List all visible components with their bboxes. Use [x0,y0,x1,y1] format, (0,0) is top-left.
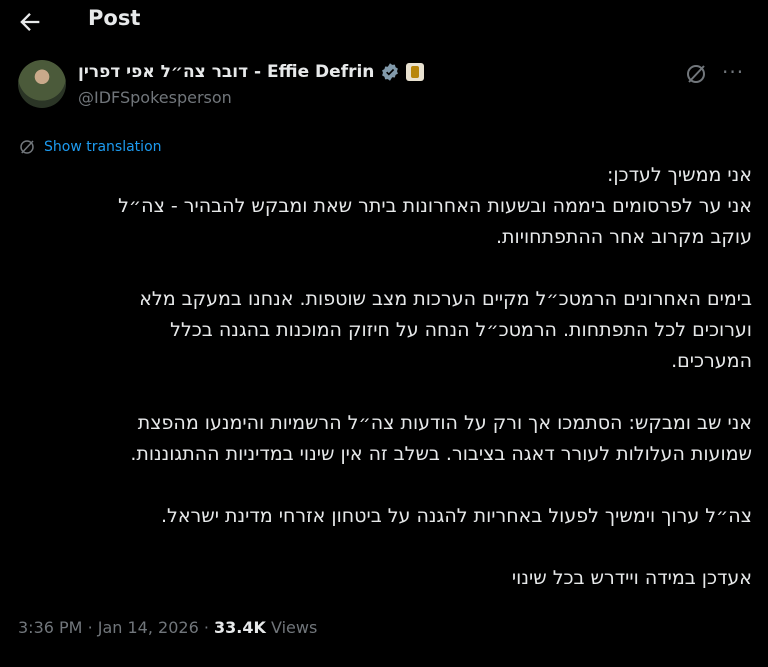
verified-badge-icon[interactable] [380,62,400,82]
post-body: אני ממשיך לעדכן: אני ער לפרסומים ביממה ו… [16,160,752,594]
author-handle[interactable]: @IDFSpokesperson [78,88,232,107]
page-title: Post [88,6,141,30]
author-name[interactable]: דובר צה״ל אפי דפרין - Effie Defrin [78,62,374,82]
arrow-left-icon[interactable] [16,8,44,36]
post-line: אני ער לפרסומים ביממה ובשעות האחרונות בי… [118,195,752,217]
grok-icon[interactable] [684,62,708,86]
post-line: וערוכים לכל התפתחות. הרמטכ״ל הנחה על חיז… [170,319,752,341]
views-label: Views [271,618,318,637]
show-translation-label: Show translation [44,139,162,155]
show-translation-link[interactable]: Show translation [18,138,162,156]
avatar[interactable] [18,60,66,108]
meta-separator: · [87,618,93,637]
post-line: צה״ל ערוך וימשיך לפעול באחריות להגנה על … [161,505,752,527]
views-count[interactable]: 33.4K [214,618,266,637]
post-line: שמועות העלולות לעורר דאגה בציבור. בשלב ז… [130,443,752,465]
post-line: אני ממשיך לעדכן: [606,164,752,186]
post-line: אני שב ומבקש: הסתמכו אך ורק על הודעות צה… [137,412,752,434]
author-name-row: דובר צה״ל אפי דפרין - Effie Defrin [78,62,425,82]
post-date[interactable]: Jan 14, 2026 [98,618,199,637]
post-line: בימים האחרונים הרמטכ״ל מקיים הערכות מצב … [139,288,752,310]
header-bar: Post [0,0,768,46]
post-line: עוקב מקרוב אחר ההתפתחויות. [496,226,752,248]
affiliation-badge-icon[interactable] [406,63,425,81]
more-options-button[interactable]: ··· [722,60,744,84]
post-line: אעדכן במידה ויידרש בכל שינוי [511,567,752,589]
post-time[interactable]: 3:36 PM [18,618,82,637]
post-line: המערכים. [671,350,752,372]
translate-icon [20,140,34,154]
post-meta: 3:36 PM · Jan 14, 2026 · 33.4K Views [18,618,317,637]
meta-separator: · [203,618,209,637]
